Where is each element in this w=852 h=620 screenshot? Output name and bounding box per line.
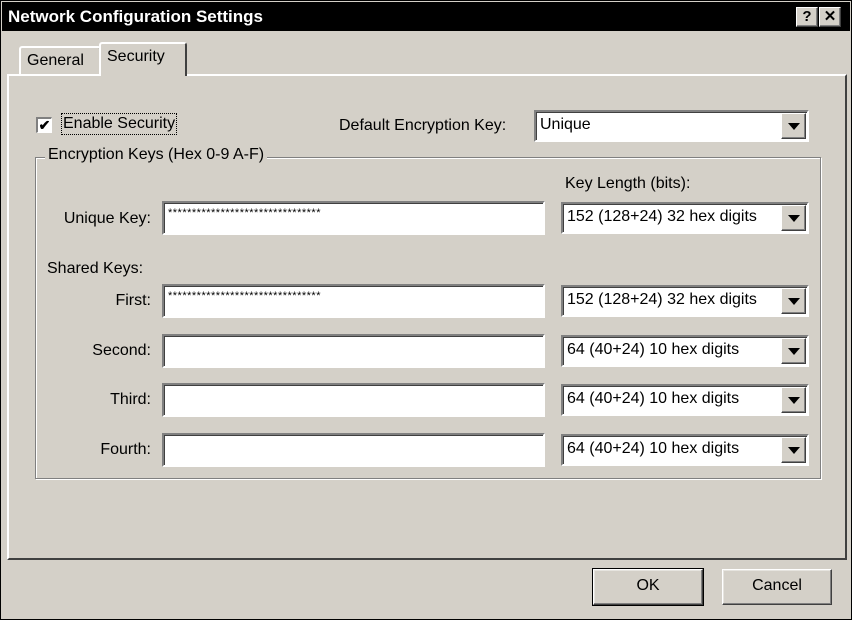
first-key-length-select[interactable]: 152 (128+24) 32 hex digits [561, 285, 809, 317]
unique-key-input[interactable]: ******************************** [162, 201, 545, 235]
tab-general[interactable]: General [19, 46, 101, 76]
chevron-down-icon[interactable] [781, 113, 806, 139]
enable-security-checkbox[interactable]: ✔ [36, 117, 52, 133]
help-button[interactable]: ? [796, 7, 818, 27]
close-icon[interactable]: ✕ [819, 7, 841, 27]
third-key-input[interactable] [162, 383, 545, 417]
second-key-length-value: 64 (40+24) 10 hex digits [567, 341, 740, 358]
tab-security-label: Security [107, 48, 165, 65]
default-key-label: Default Encryption Key: [339, 117, 507, 134]
chevron-down-icon[interactable] [781, 437, 806, 463]
enable-security-label[interactable]: Enable Security [60, 113, 178, 135]
fourth-key-label: Fourth: [100, 441, 151, 458]
chevron-down-icon[interactable] [781, 338, 806, 364]
cancel-button[interactable]: Cancel [722, 569, 832, 605]
encryption-keys-title: Encryption Keys (Hex 0-9 A-F) [45, 146, 268, 164]
default-key-value: Unique [540, 116, 591, 133]
fourth-key-input[interactable] [162, 433, 545, 467]
chevron-down-icon[interactable] [781, 387, 806, 413]
window-title: Network Configuration Settings [8, 7, 263, 26]
third-key-label: Third: [110, 391, 151, 408]
unique-key-length-value: 152 (128+24) 32 hex digits [567, 208, 757, 225]
unique-key-length-select[interactable]: 152 (128+24) 32 hex digits [561, 202, 809, 234]
first-key-label: First: [115, 292, 151, 309]
fourth-key-length-select[interactable]: 64 (40+24) 10 hex digits [561, 434, 809, 466]
title-bar: Network Configuration Settings [2, 2, 850, 31]
ok-button[interactable]: OK [592, 568, 704, 606]
first-key-length-value: 152 (128+24) 32 hex digits [567, 291, 757, 308]
tab-security[interactable]: Security [99, 42, 187, 76]
third-key-length-select[interactable]: 64 (40+24) 10 hex digits [561, 384, 809, 416]
dialog-window: Network Configuration Settings ? ✕ Gener… [0, 0, 852, 620]
tab-general-label: General [27, 52, 84, 69]
second-key-length-select[interactable]: 64 (40+24) 10 hex digits [561, 335, 809, 367]
chevron-down-icon[interactable] [781, 205, 806, 231]
shared-keys-label: Shared Keys: [47, 260, 144, 277]
key-length-header: Key Length (bits): [565, 175, 691, 192]
first-key-input[interactable]: ******************************** [162, 284, 545, 318]
default-key-select[interactable]: Unique [534, 110, 809, 142]
second-key-input[interactable] [162, 334, 545, 368]
chevron-down-icon[interactable] [781, 288, 806, 314]
unique-key-label: Unique Key: [63, 210, 151, 227]
third-key-length-value: 64 (40+24) 10 hex digits [567, 390, 740, 407]
fourth-key-length-value: 64 (40+24) 10 hex digits [567, 440, 740, 457]
second-key-label: Second: [92, 342, 151, 359]
